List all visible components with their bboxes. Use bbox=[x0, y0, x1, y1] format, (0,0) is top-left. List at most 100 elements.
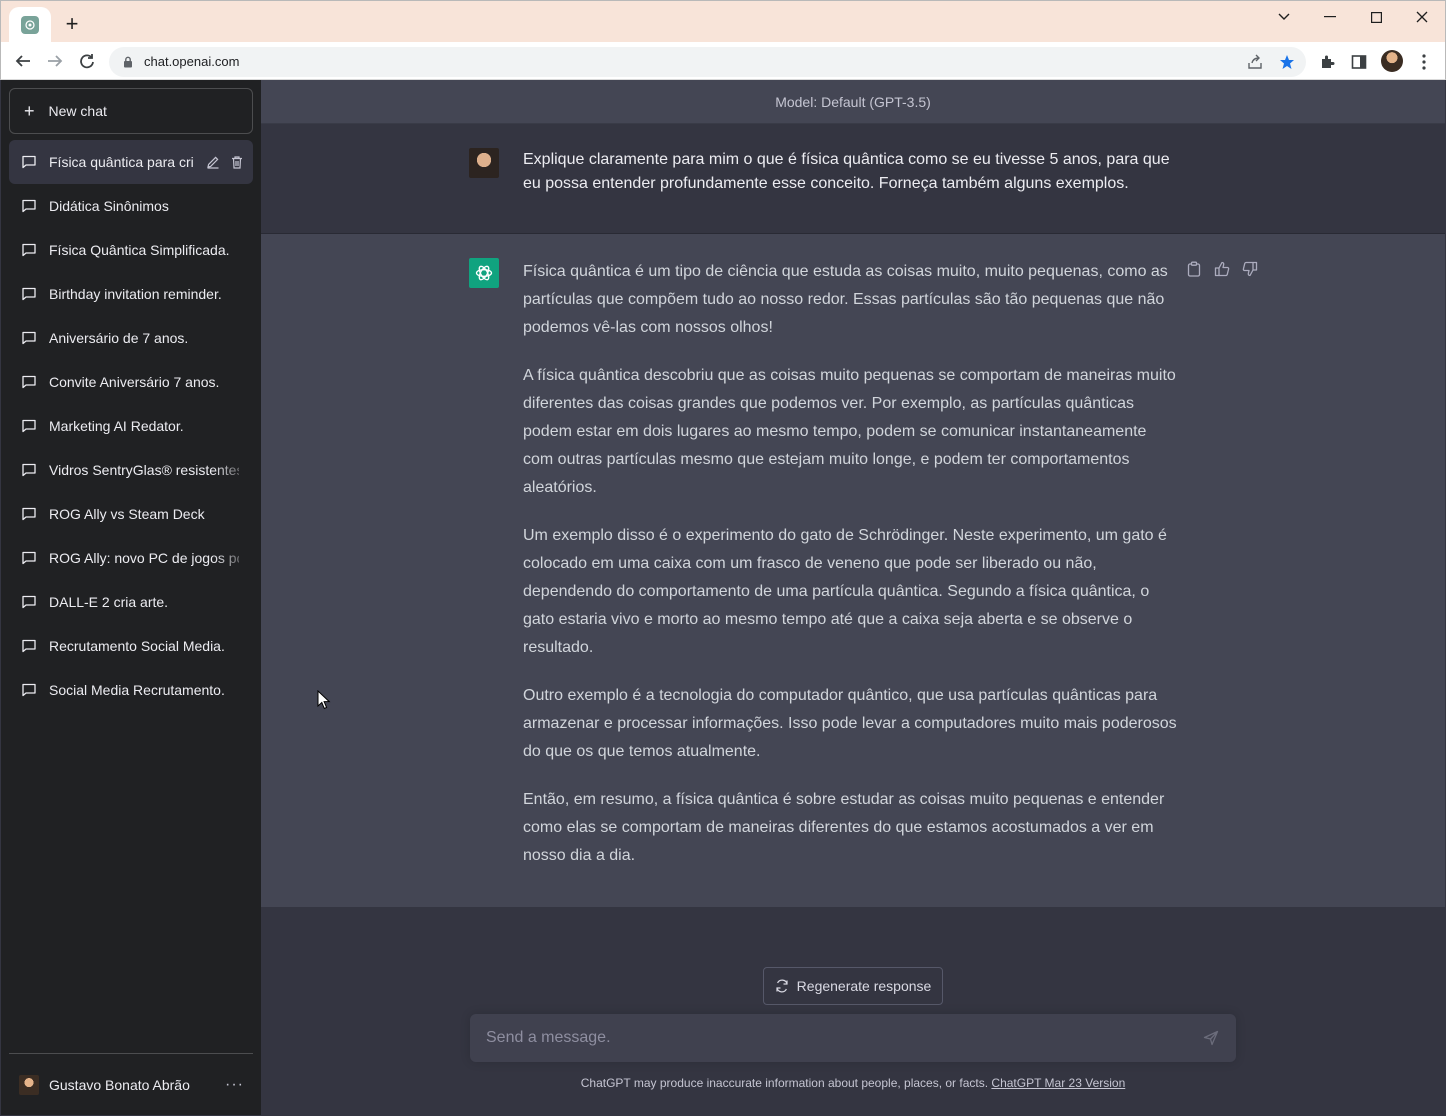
chat-history-item[interactable]: Vidros SentryGlas® resistentes bbox=[9, 448, 253, 492]
copy-icon[interactable] bbox=[1185, 260, 1203, 278]
assistant-paragraph: Outro exemplo é a tecnologia do computad… bbox=[523, 687, 1177, 760]
chat-history-item[interactable]: Física Quântica Simplificada. bbox=[9, 228, 253, 272]
chat-history-label: ROG Ally: novo PC de jogos po bbox=[49, 550, 239, 566]
chatgpt-favicon-icon bbox=[21, 16, 39, 34]
assistant-paragraph: Física quântica é um tipo de ciência que… bbox=[523, 263, 1168, 336]
chat-history-label: Vidros SentryGlas® resistentes bbox=[49, 462, 239, 478]
address-bar[interactable]: chat.openai.com bbox=[109, 47, 1306, 77]
maximize-icon[interactable] bbox=[1353, 1, 1399, 33]
assistant-message-text: Física quântica é um tipo de ciência que… bbox=[523, 258, 1179, 890]
chat-bubble-icon bbox=[21, 286, 37, 302]
chat-bubble-icon bbox=[21, 462, 37, 478]
chat-history-item[interactable]: DALL-E 2 cria arte. bbox=[9, 580, 253, 624]
user-menu[interactable]: Gustavo Bonato Abrão ··· bbox=[9, 1053, 253, 1115]
chat-history-item[interactable]: Convite Aniversário 7 anos. bbox=[9, 360, 253, 404]
side-panel-icon[interactable] bbox=[1348, 51, 1370, 73]
message-input[interactable] bbox=[486, 1014, 1186, 1062]
chat-history-label: Física quântica para cri bbox=[49, 154, 194, 170]
new-chat-button[interactable]: + New chat bbox=[9, 88, 253, 134]
chat-history-item[interactable]: Didática Sinônimos bbox=[9, 184, 253, 228]
chat-history-label: Marketing AI Redator. bbox=[49, 418, 184, 434]
chat-history-label: Física Quântica Simplificada. bbox=[49, 242, 230, 258]
new-chat-label: New chat bbox=[48, 103, 107, 119]
browser-toolbar: chat.openai.com bbox=[0, 42, 1446, 80]
new-tab-button[interactable]: + bbox=[59, 11, 85, 37]
browser-tab[interactable] bbox=[9, 7, 51, 43]
assistant-paragraph: Então, em resumo, a física quântica é so… bbox=[523, 791, 1165, 864]
refresh-icon bbox=[775, 979, 789, 993]
profile-avatar[interactable] bbox=[1381, 50, 1403, 72]
chat-bubble-icon bbox=[21, 242, 37, 258]
chat-history-item[interactable]: ROG Ally vs Steam Deck bbox=[9, 492, 253, 536]
user-avatar bbox=[19, 1075, 39, 1095]
back-icon[interactable] bbox=[9, 47, 37, 75]
chat-bubble-icon bbox=[21, 638, 37, 654]
plus-icon: + bbox=[24, 101, 35, 121]
browser-menu-icon[interactable] bbox=[1413, 51, 1435, 73]
edit-icon[interactable] bbox=[204, 153, 222, 171]
user-message: Explique claramente para mim o que é fís… bbox=[261, 124, 1445, 234]
reload-icon[interactable] bbox=[73, 47, 101, 75]
conversation-area: Model: Default (GPT-3.5) Explique claram… bbox=[261, 80, 1445, 1115]
assistant-paragraph: A física quântica descobriu que as coisa… bbox=[523, 367, 1176, 496]
mouse-cursor-icon bbox=[317, 690, 331, 710]
chat-history-item[interactable]: ROG Ally: novo PC de jogos po bbox=[9, 536, 253, 580]
label-fade bbox=[213, 536, 253, 580]
user-name: Gustavo Bonato Abrão bbox=[49, 1077, 190, 1093]
chat-history-list: Física quântica para cri Didática Sinôni… bbox=[9, 140, 253, 712]
thumbs-down-icon[interactable] bbox=[1241, 260, 1259, 278]
url-text[interactable]: chat.openai.com bbox=[144, 54, 239, 69]
chat-bubble-icon bbox=[21, 506, 37, 522]
chat-bubble-icon bbox=[21, 330, 37, 346]
chat-bubble-icon bbox=[21, 594, 37, 610]
chatgpt-logo-icon bbox=[469, 258, 499, 288]
minimize-icon[interactable] bbox=[1307, 1, 1353, 33]
lock-icon[interactable] bbox=[119, 53, 137, 71]
share-icon[interactable] bbox=[1246, 53, 1264, 71]
chat-history-label: Birthday invitation reminder. bbox=[49, 286, 222, 302]
more-options-icon[interactable]: ··· bbox=[225, 1076, 244, 1094]
model-label: Model: Default (GPT-3.5) bbox=[261, 80, 1445, 124]
chatgpt-app: + New chat Física quântica para cri Didá… bbox=[1, 80, 1445, 1115]
bookmark-star-icon[interactable] bbox=[1278, 53, 1296, 71]
version-link[interactable]: ChatGPT Mar 23 Version bbox=[991, 1076, 1125, 1090]
sidebar: + New chat Física quântica para cri Didá… bbox=[1, 80, 261, 1115]
message-actions bbox=[1185, 260, 1265, 280]
chat-history-item[interactable]: Física quântica para cri bbox=[9, 140, 253, 184]
chat-bubble-icon bbox=[21, 550, 37, 566]
chat-bubble-icon bbox=[21, 154, 37, 170]
regenerate-label: Regenerate response bbox=[796, 978, 932, 994]
chat-history-label: Recrutamento Social Media. bbox=[49, 638, 225, 654]
label-fade bbox=[213, 448, 253, 492]
chat-history-item[interactable]: Social Media Recrutamento. bbox=[9, 668, 253, 712]
forward-icon[interactable] bbox=[41, 47, 69, 75]
browser-titlebar: + bbox=[0, 0, 1446, 43]
disclaimer-text: ChatGPT may produce inaccurate informati… bbox=[580, 1076, 992, 1090]
close-window-icon[interactable] bbox=[1399, 1, 1445, 33]
assistant-paragraph: Um exemplo disso é o experimento do gato… bbox=[523, 527, 1167, 656]
delete-icon[interactable] bbox=[228, 153, 246, 171]
chat-history-label: DALL-E 2 cria arte. bbox=[49, 594, 169, 610]
assistant-message: Física quântica é um tipo de ciência que… bbox=[261, 234, 1445, 907]
chat-history-label: ROG Ally vs Steam Deck bbox=[49, 506, 205, 522]
tab-search-icon[interactable] bbox=[1261, 1, 1307, 33]
chat-history-label: Aniversário de 7 anos. bbox=[49, 330, 189, 346]
thumbs-up-icon[interactable] bbox=[1213, 260, 1231, 278]
chat-history-item[interactable]: Aniversário de 7 anos. bbox=[9, 316, 253, 360]
chat-bubble-icon bbox=[21, 682, 37, 698]
chat-history-label: Convite Aniversário 7 anos. bbox=[49, 374, 220, 390]
chat-history-label: Didática Sinônimos bbox=[49, 198, 169, 214]
chat-history-label: Social Media Recrutamento. bbox=[49, 682, 225, 698]
chat-bubble-icon bbox=[21, 374, 37, 390]
chat-history-item[interactable]: Marketing AI Redator. bbox=[9, 404, 253, 448]
regenerate-response-button[interactable]: Regenerate response bbox=[763, 967, 943, 1005]
message-composer bbox=[470, 1014, 1236, 1062]
chat-bubble-icon bbox=[21, 198, 37, 214]
chat-bubble-icon bbox=[21, 418, 37, 434]
send-icon[interactable] bbox=[1202, 1029, 1220, 1047]
user-message-text: Explique claramente para mim o que é fís… bbox=[523, 151, 1170, 192]
chat-history-item[interactable]: Recrutamento Social Media. bbox=[9, 624, 253, 668]
extensions-icon[interactable] bbox=[1316, 51, 1338, 73]
chat-history-item[interactable]: Birthday invitation reminder. bbox=[9, 272, 253, 316]
disclaimer: ChatGPT may produce inaccurate informati… bbox=[261, 1076, 1445, 1090]
